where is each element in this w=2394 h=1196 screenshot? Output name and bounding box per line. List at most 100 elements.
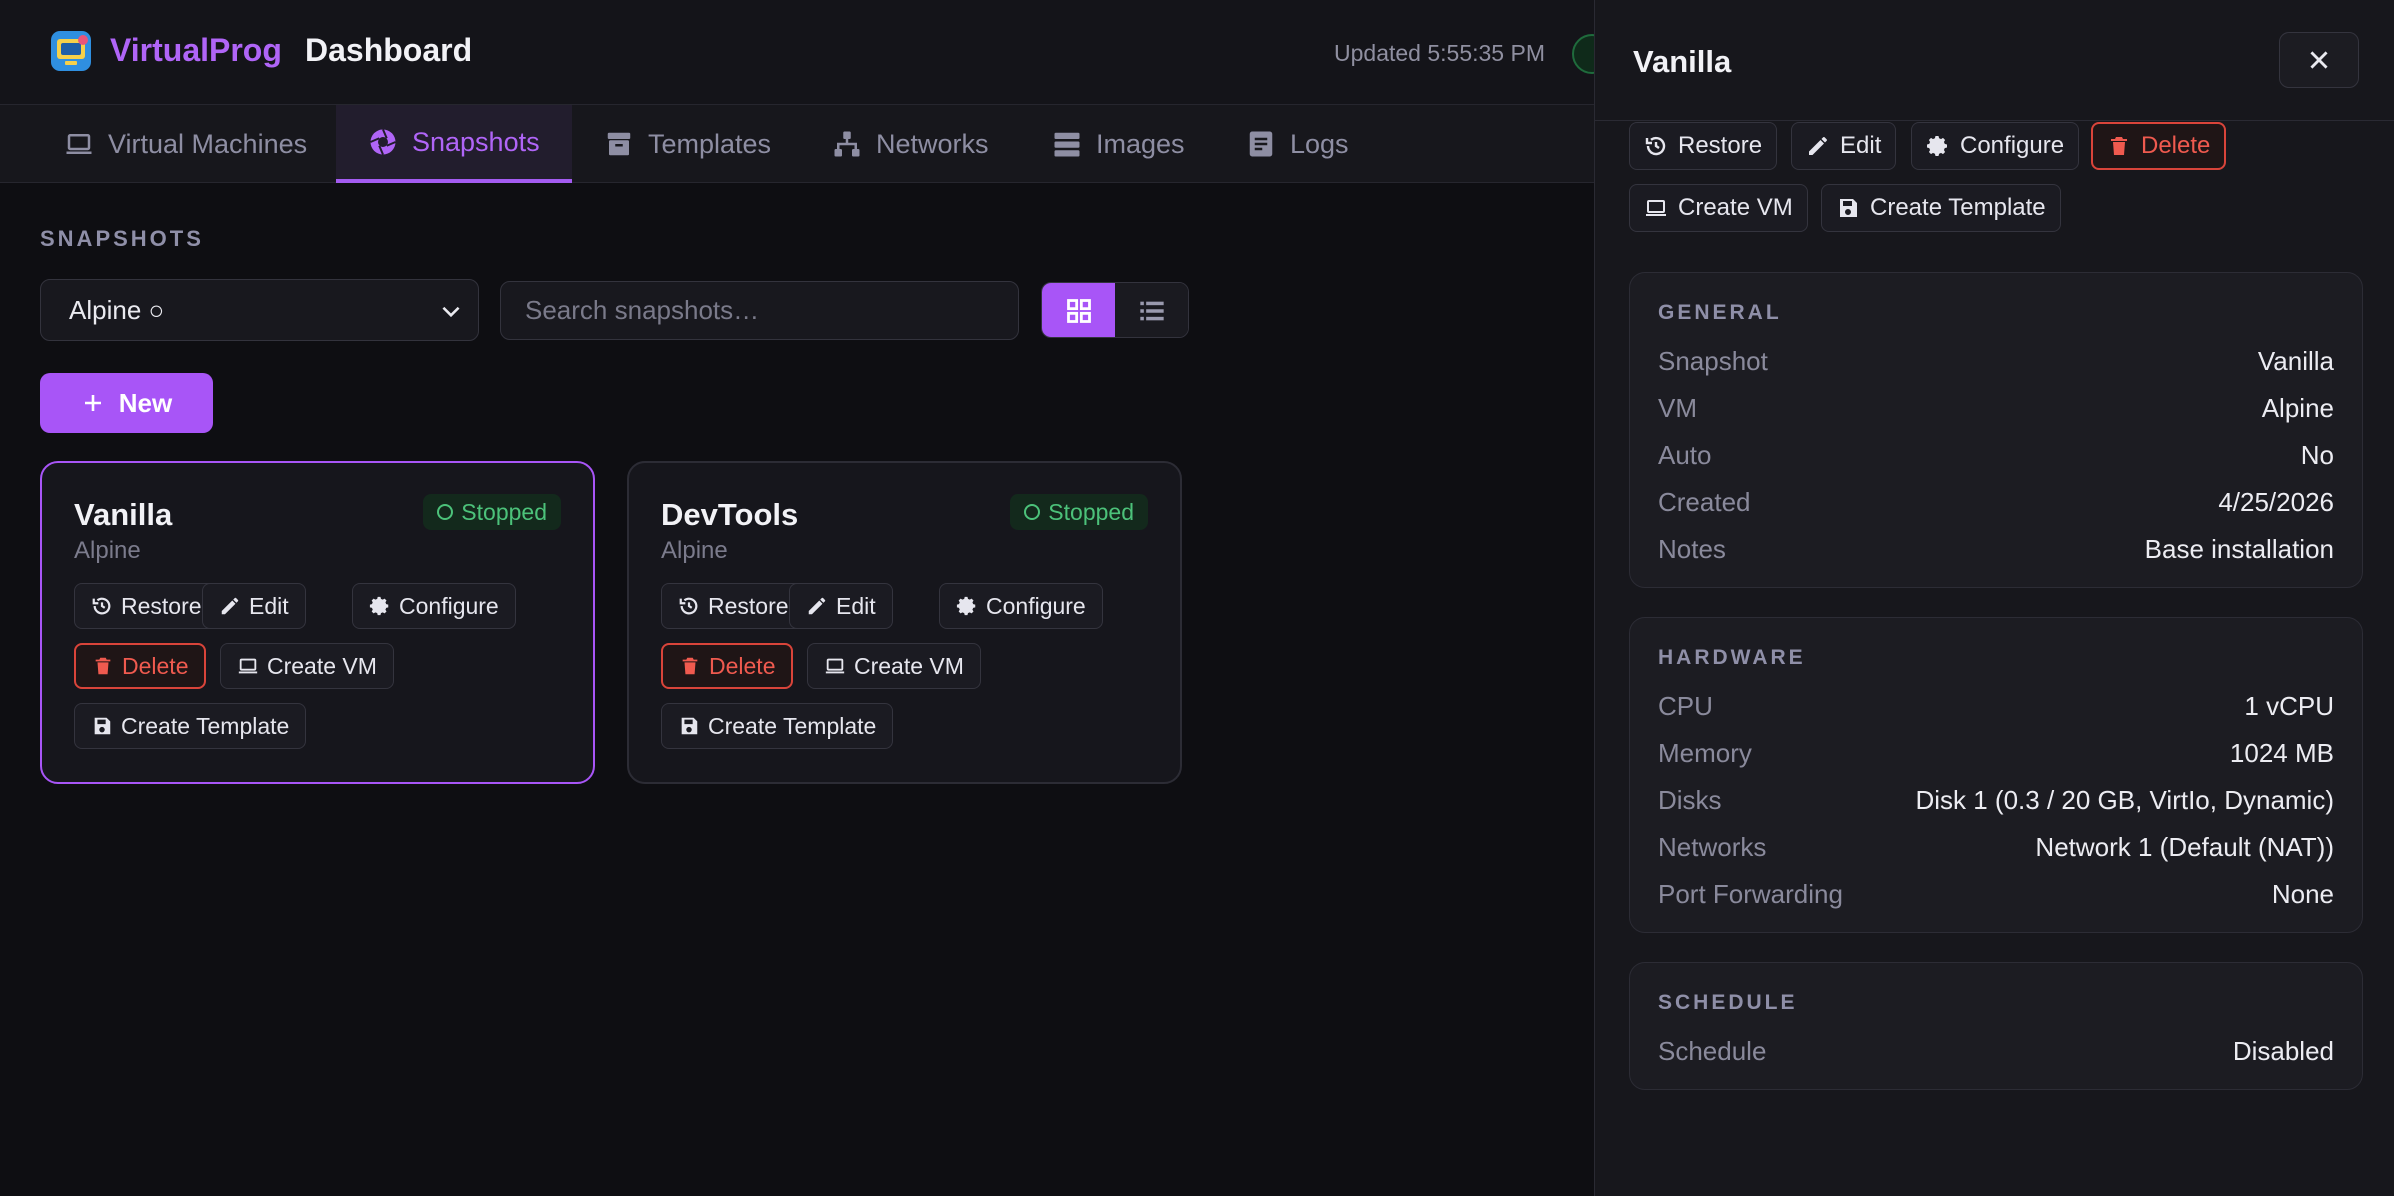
snapshot-vm: Alpine	[661, 537, 728, 564]
pencil-icon	[808, 597, 826, 615]
snapshot-card[interactable]: DevTools Alpine Stopped Restore Edit Con…	[627, 461, 1182, 784]
detail-row: Networks Network 1 (Default (NAT))	[1658, 827, 2334, 867]
panel-delete-button[interactable]: Delete	[2091, 122, 2227, 170]
detail-row: VM Alpine	[1658, 388, 2334, 428]
gear-icon	[1927, 136, 1947, 156]
delete-label: Delete	[709, 652, 776, 679]
stopped-status-icon	[437, 504, 454, 520]
panel-create-template-button[interactable]: Create Template	[1821, 184, 2061, 232]
laptop-icon	[825, 658, 845, 674]
tab-networks[interactable]: Networks	[800, 105, 1021, 183]
detail-value: Vanilla	[2257, 345, 2334, 376]
create-template-label: Create Template	[121, 712, 290, 739]
restore-icon	[1645, 136, 1666, 156]
tab-label: Virtual Machines	[108, 128, 308, 159]
detail-key: Snapshot	[1658, 345, 1768, 376]
last-updated-text: Updated 5:55:35 PM	[1334, 40, 1545, 66]
restore-button[interactable]: Restore	[661, 583, 806, 629]
detail-key: Networks	[1658, 831, 1767, 862]
gear-icon	[956, 596, 976, 616]
create-template-button[interactable]: Create Template	[74, 703, 307, 749]
list-view-button[interactable]	[1115, 283, 1188, 337]
laptop-icon	[238, 658, 258, 674]
new-snapshot-button[interactable]: New	[40, 373, 213, 433]
detail-value: Disabled	[2232, 1035, 2334, 1066]
tab-logs[interactable]: Logs	[1214, 105, 1381, 183]
close-button[interactable]	[2279, 32, 2359, 88]
panel-title: Vanilla	[1633, 44, 1732, 79]
detail-key: Memory	[1658, 737, 1752, 768]
tab-virtual-machines[interactable]: Virtual Machines	[32, 105, 339, 183]
panel-configure-button[interactable]: Configure	[1911, 122, 2080, 170]
detail-row: CPU 1 vCPU	[1658, 686, 2334, 726]
restore-label: Restore	[708, 592, 789, 619]
detail-value: None	[2271, 878, 2334, 909]
section-title: SCHEDULE	[1658, 991, 1798, 1014]
snapshot-card[interactable]: Vanilla Alpine Stopped Restore Edit Conf…	[40, 461, 595, 784]
save-icon	[94, 717, 111, 735]
edit-label: Edit	[249, 592, 289, 619]
search-input[interactable]	[500, 281, 1019, 340]
edit-button[interactable]: Edit	[789, 583, 893, 629]
detail-row: Auto No	[1658, 435, 2334, 475]
schedule-section: SCHEDULE Schedule Disabled	[1629, 962, 2363, 1090]
grid-icon	[1066, 299, 1091, 323]
tab-label: Images	[1096, 128, 1185, 159]
trash-icon	[2111, 137, 2127, 155]
tab-templates[interactable]: Templates	[572, 105, 803, 183]
tab-images[interactable]: Images	[1020, 105, 1217, 183]
create-vm-button[interactable]: Create VM	[807, 643, 981, 689]
panel-create-vm-button[interactable]: Create VM	[1629, 184, 1808, 232]
server-icon	[1052, 129, 1082, 159]
pencil-icon	[221, 597, 239, 615]
create-vm-label: Create VM	[1678, 194, 1793, 221]
create-template-button[interactable]: Create Template	[661, 703, 894, 749]
log-icon	[1246, 129, 1276, 159]
restore-button[interactable]: Restore	[74, 583, 219, 629]
detail-value: Alpine	[2261, 392, 2334, 423]
create-vm-label: Create VM	[854, 652, 964, 679]
section-heading: SNAPSHOTS	[40, 226, 204, 251]
detail-row: Schedule Disabled	[1658, 1031, 2334, 1071]
detail-key: CPU	[1658, 690, 1713, 721]
configure-button[interactable]: Configure	[939, 583, 1103, 629]
aperture-icon	[368, 127, 398, 157]
gear-icon	[369, 596, 389, 616]
create-template-label: Create Template	[1870, 194, 2046, 221]
tab-snapshots[interactable]: Snapshots	[336, 105, 572, 183]
delete-button[interactable]: Delete	[74, 643, 207, 689]
panel-edit-button[interactable]: Edit	[1791, 122, 1897, 170]
detail-value: 4/25/2026	[2218, 486, 2334, 517]
configure-label: Configure	[399, 592, 499, 619]
configure-label: Configure	[986, 592, 1086, 619]
edit-label: Edit	[1840, 132, 1882, 159]
detail-key: Disks	[1658, 784, 1722, 815]
laptop-icon	[64, 129, 94, 159]
vm-select-value: Alpine ○	[69, 294, 165, 325]
create-vm-button[interactable]: Create VM	[220, 643, 394, 689]
general-section: GENERAL Snapshot Vanilla VM Alpine Auto No …	[1629, 272, 2363, 588]
detail-key: Notes	[1658, 533, 1726, 564]
edit-button[interactable]: Edit	[202, 583, 306, 629]
section-title: HARDWARE	[1658, 646, 1806, 669]
close-icon	[2310, 51, 2328, 69]
detail-key: Auto	[1658, 439, 1712, 470]
snapshot-vm: Alpine	[74, 537, 141, 564]
brand-name: VirtualProg	[110, 32, 282, 68]
restore-icon	[92, 597, 111, 615]
tab-label: Logs	[1290, 128, 1349, 159]
page-title: Dashboard	[305, 32, 473, 68]
snapshot-name: DevTools	[661, 497, 799, 532]
detail-row: Port Forwarding None	[1658, 874, 2334, 914]
chevron-down-icon	[438, 298, 464, 324]
grid-view-button[interactable]	[1042, 283, 1115, 337]
detail-key: Port Forwarding	[1658, 878, 1843, 909]
panel-restore-button[interactable]: Restore	[1629, 122, 1778, 170]
delete-button[interactable]: Delete	[661, 643, 794, 689]
vm-select-dropdown[interactable]: Alpine ○	[40, 279, 479, 341]
laptop-icon	[1646, 200, 1666, 216]
snapshot-name: Vanilla	[74, 497, 173, 532]
restore-icon	[679, 597, 698, 615]
plus-icon	[81, 391, 105, 415]
configure-button[interactable]: Configure	[352, 583, 516, 629]
